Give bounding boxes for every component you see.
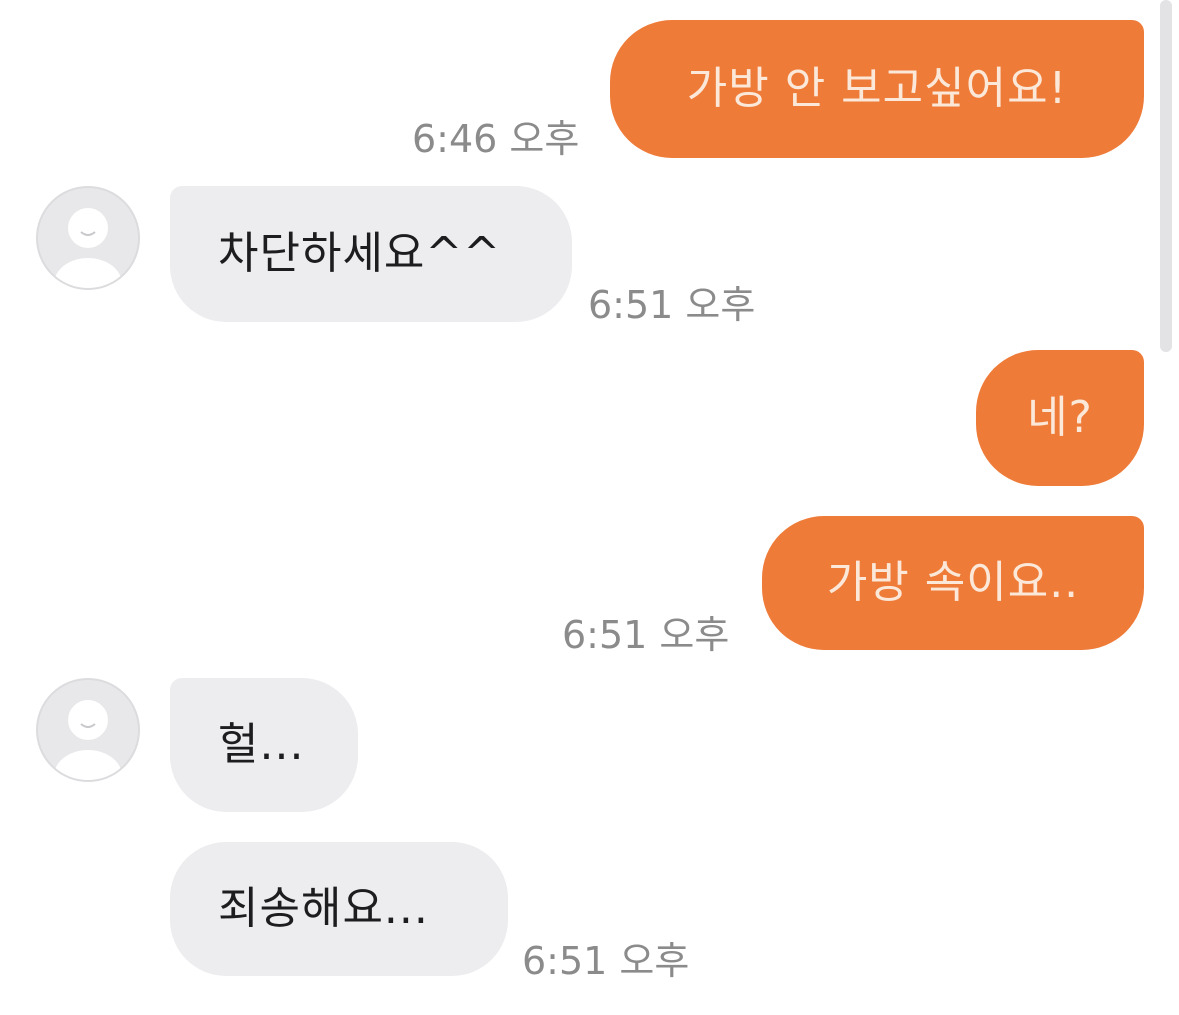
message-text: 차단하세요^^ bbox=[218, 228, 502, 279]
message-timestamp: 6:51 오후 bbox=[588, 283, 756, 327]
message-text: 헐... bbox=[218, 719, 305, 770]
outgoing-message-bubble[interactable]: 가방 안 보고싶어요! bbox=[610, 20, 1144, 158]
scrollbar[interactable] bbox=[1160, 0, 1172, 352]
message-timestamp: 6:46 오후 bbox=[412, 117, 580, 161]
incoming-message-bubble[interactable]: 죄송해요... bbox=[170, 842, 508, 976]
message-timestamp: 6:51 오후 bbox=[522, 939, 690, 983]
message-text: 가방 속이요.. bbox=[826, 557, 1080, 608]
outgoing-message-bubble[interactable]: 가방 속이요.. bbox=[762, 516, 1144, 650]
chat-conversation: 가방 안 보고싶어요! 6:46 오후 차단하세요^^ 6:51 오후 네? 가… bbox=[0, 0, 1179, 1015]
message-text: 가방 안 보고싶어요! bbox=[686, 63, 1068, 114]
message-text: 네? bbox=[1027, 392, 1093, 443]
incoming-message-bubble[interactable]: 헐... bbox=[170, 678, 358, 812]
incoming-message-bubble[interactable]: 차단하세요^^ bbox=[170, 186, 572, 322]
message-text: 죄송해요... bbox=[218, 883, 429, 934]
message-timestamp: 6:51 오후 bbox=[562, 613, 730, 657]
profile-avatar-icon[interactable] bbox=[36, 186, 140, 290]
outgoing-message-bubble[interactable]: 네? bbox=[976, 350, 1144, 486]
profile-avatar-icon[interactable] bbox=[36, 678, 140, 782]
